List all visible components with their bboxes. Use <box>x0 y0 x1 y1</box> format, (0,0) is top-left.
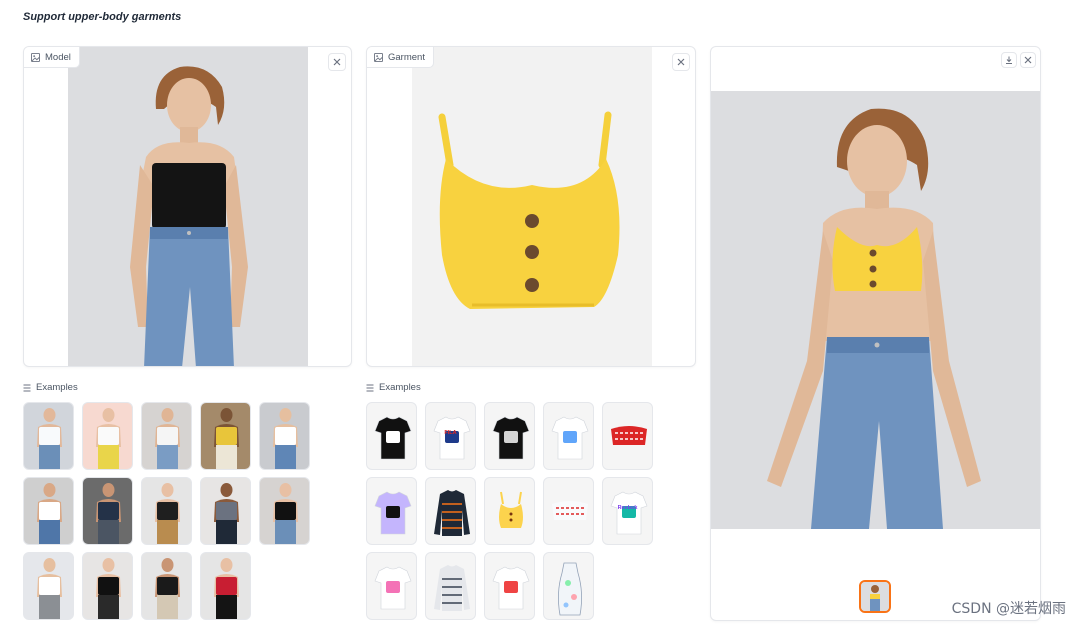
garment-example-figure <box>499 491 523 528</box>
garment-example-thumbnail[interactable] <box>425 477 476 545</box>
garment-example-thumbnail[interactable]: FILA <box>425 402 476 470</box>
result-photo <box>711 91 1040 529</box>
model-example-thumbnail[interactable] <box>82 402 133 470</box>
garment-example-figure <box>374 566 412 610</box>
model-panel-label: Model <box>24 47 80 68</box>
model-example-figure <box>214 558 239 619</box>
garment-example-figure <box>558 562 582 616</box>
garment-example-thumbnail[interactable] <box>484 552 535 620</box>
model-example-figure <box>155 408 180 469</box>
garment-example-figure <box>611 426 647 445</box>
garment-example-thumbnail[interactable] <box>484 402 535 470</box>
page-title: Support upper-body garments <box>23 11 182 23</box>
model-example-thumbnail[interactable] <box>200 477 251 545</box>
close-icon <box>677 58 685 66</box>
garment-panel-label: Garment <box>367 47 434 68</box>
model-examples-label-text: Examples <box>36 382 78 393</box>
garment-panel[interactable]: Garment <box>366 46 696 367</box>
garment-example-figure <box>433 416 471 460</box>
model-example-thumbnail[interactable] <box>23 402 74 470</box>
model-example-figure <box>37 408 62 469</box>
download-icon <box>1006 56 1012 64</box>
garment-example-thumbnail[interactable] <box>543 477 594 545</box>
model-example-figure <box>155 558 180 619</box>
model-panel-label-text: Model <box>45 51 71 63</box>
model-figure <box>130 66 248 366</box>
model-examples-grid <box>23 402 310 620</box>
image-icon <box>31 52 40 62</box>
garment-example-thumbnail[interactable] <box>366 552 417 620</box>
clear-model-button[interactable] <box>328 53 346 71</box>
model-example-thumbnail[interactable] <box>200 552 251 620</box>
garment-example-figure <box>552 501 588 520</box>
model-example-figure <box>214 408 239 469</box>
garment-example-figure <box>492 566 530 610</box>
garment-figure <box>438 111 620 309</box>
model-example-figure <box>273 408 298 469</box>
result-panel[interactable] <box>710 46 1041 621</box>
result-thumbnail-figure <box>861 582 889 611</box>
clear-garment-button[interactable] <box>672 53 690 71</box>
garment-example-figure <box>434 490 470 536</box>
model-photo <box>68 47 308 366</box>
model-example-figure <box>273 483 298 544</box>
garment-panel-label-text: Garment <box>388 51 425 63</box>
model-panel[interactable]: Model <box>23 46 352 367</box>
model-example-thumbnail[interactable] <box>200 402 251 470</box>
garment-brand-text: FILA <box>444 430 457 436</box>
garment-example-figure <box>374 416 412 460</box>
model-example-thumbnail[interactable] <box>82 552 133 620</box>
result-figure <box>767 108 981 529</box>
garment-example-thumbnail[interactable] <box>366 402 417 470</box>
garment-example-figure <box>610 491 648 535</box>
garment-example-figure <box>374 491 412 535</box>
garment-example-figure <box>434 565 470 611</box>
close-icon <box>1024 56 1032 64</box>
model-example-figure <box>96 558 121 619</box>
model-example-figure <box>96 408 121 469</box>
model-example-thumbnail[interactable] <box>23 477 74 545</box>
model-example-figure <box>96 483 121 544</box>
list-icon <box>23 384 31 391</box>
close-result-button[interactable] <box>1020 52 1036 68</box>
model-example-thumbnail[interactable] <box>82 477 133 545</box>
result-gallery-thumbnail[interactable] <box>859 580 891 613</box>
model-example-figure <box>37 558 62 619</box>
garment-example-thumbnail[interactable] <box>602 402 653 470</box>
model-example-thumbnail[interactable] <box>141 552 192 620</box>
model-example-thumbnail[interactable] <box>23 552 74 620</box>
model-example-figure <box>37 483 62 544</box>
model-example-thumbnail[interactable] <box>141 477 192 545</box>
garment-example-thumbnail[interactable] <box>543 402 594 470</box>
garment-example-thumbnail[interactable] <box>425 552 476 620</box>
garment-photo <box>412 47 652 366</box>
model-example-figure <box>155 483 180 544</box>
watermark: CSDN @迷若烟雨 <box>951 601 1066 617</box>
garment-example-figure <box>551 416 589 460</box>
image-icon <box>374 52 383 62</box>
model-example-thumbnail[interactable] <box>259 402 310 470</box>
download-button[interactable] <box>1001 52 1017 68</box>
model-examples-label: Examples <box>23 382 78 393</box>
garment-examples-label-text: Examples <box>379 382 421 393</box>
garment-example-thumbnail[interactable] <box>543 552 594 620</box>
garment-brand-text: Reebok <box>617 505 638 511</box>
garment-example-thumbnail[interactable] <box>484 477 535 545</box>
model-example-thumbnail[interactable] <box>259 477 310 545</box>
garment-example-figure <box>492 416 530 460</box>
garment-example-thumbnail[interactable]: Reebok <box>602 477 653 545</box>
model-example-thumbnail[interactable] <box>141 402 192 470</box>
model-example-figure <box>214 483 239 544</box>
garment-example-thumbnail[interactable] <box>366 477 417 545</box>
close-icon <box>333 58 341 66</box>
garment-examples-grid: FILA Reebok <box>366 402 654 620</box>
garment-examples-label: Examples <box>366 382 421 393</box>
list-icon <box>366 384 374 391</box>
